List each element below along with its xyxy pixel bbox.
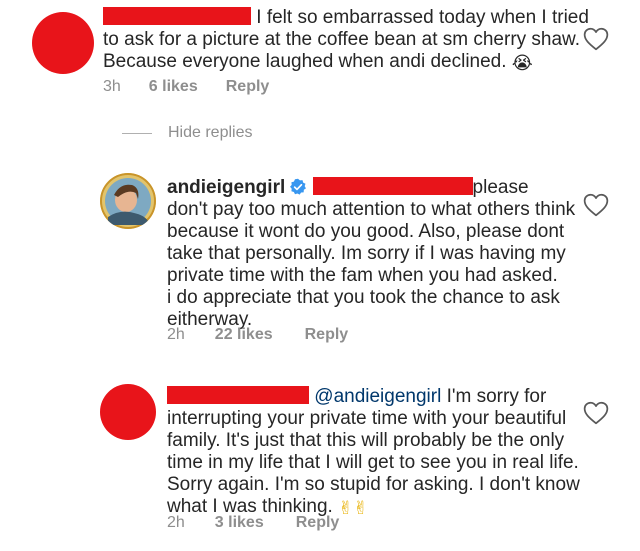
reply-button[interactable]: Reply <box>296 514 340 532</box>
redacted-mention <box>312 177 473 195</box>
comment-1: I felt so embarrassed today when I tried… <box>0 0 640 110</box>
redacted-username <box>167 386 309 404</box>
hide-replies-divider <box>122 132 152 134</box>
likes-count[interactable]: 22 likes <box>215 326 273 344</box>
comment-text-line1: I'm sorry for <box>441 386 547 407</box>
comment-text-body: interrupting your private time with your… <box>167 408 580 517</box>
timestamp: 2h <box>167 326 185 343</box>
comment-text-body: to ask for a picture at the coffee bean … <box>103 29 581 72</box>
hide-replies-label: Hide replies <box>168 124 253 141</box>
heart-icon[interactable] <box>583 193 609 217</box>
comment-text: andieigengirl please don't pay too much … <box>167 177 587 331</box>
verified-badge-icon <box>290 178 307 195</box>
heart-icon[interactable] <box>583 27 609 51</box>
victory-hand-emoji-icon: ✌✌ <box>338 498 369 518</box>
timestamp: 2h <box>167 514 185 531</box>
comment-meta: 2h 22 likes Reply <box>167 326 348 344</box>
username[interactable]: andieigengirl <box>167 177 285 198</box>
timestamp: 3h <box>103 78 121 95</box>
heart-icon[interactable] <box>583 401 609 425</box>
avatar[interactable] <box>100 173 156 229</box>
avatar[interactable] <box>100 384 156 440</box>
crying-emoji-icon: 😭 <box>511 53 533 73</box>
comment-text: I felt so embarrassed today when I tried… <box>103 7 603 73</box>
comment-meta: 2h 3 likes Reply <box>167 514 339 532</box>
comment-text-line1: please <box>472 177 529 198</box>
mention-link[interactable]: @andieigengirl <box>314 386 441 407</box>
profile-photo-icon <box>100 173 156 229</box>
reply-button[interactable]: Reply <box>305 326 349 344</box>
likes-count[interactable]: 6 likes <box>149 78 198 96</box>
hide-replies-button[interactable]: Hide replies <box>122 124 252 142</box>
comment-text: @andieigengirl I'm sorry for interruptin… <box>167 386 587 518</box>
avatar[interactable] <box>32 12 94 74</box>
comment-text-line1: I felt so embarrassed today when I tried <box>251 7 589 28</box>
comment-3: @andieigengirl I'm sorry for interruptin… <box>0 372 640 542</box>
comment-text-body: don't pay too much attention to what oth… <box>167 199 576 330</box>
reply-button[interactable]: Reply <box>226 78 270 96</box>
comment-2: andieigengirl please don't pay too much … <box>0 170 640 350</box>
redacted-username <box>103 7 251 25</box>
likes-count[interactable]: 3 likes <box>215 514 264 532</box>
comment-meta: 3h 6 likes Reply <box>103 78 269 96</box>
